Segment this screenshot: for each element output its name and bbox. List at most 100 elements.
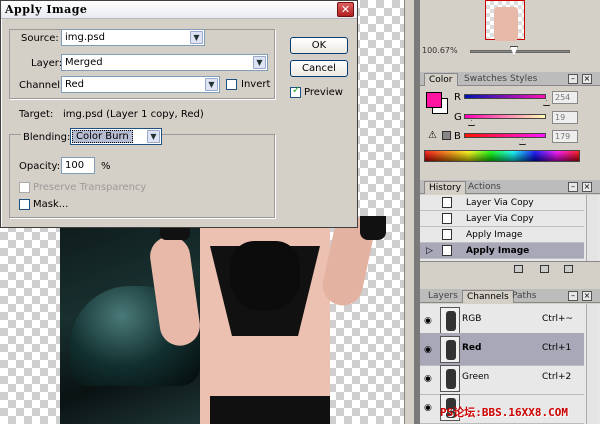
channel-value: Red xyxy=(65,79,84,90)
zoom-level[interactable]: 100.67% xyxy=(422,46,458,55)
channel-name: Red xyxy=(462,343,482,353)
b-value[interactable]: 179 xyxy=(552,130,578,143)
close-icon[interactable]: × xyxy=(582,74,592,84)
mask-label: Mask... xyxy=(33,199,69,210)
preview-checkbox[interactable] xyxy=(290,85,301,98)
blending-label: Blending: xyxy=(21,132,73,143)
dialog-titlebar[interactable]: Apply Image xyxy=(1,1,357,19)
chevron-down-icon: ▼ xyxy=(190,31,203,44)
canvas-scrollbar[interactable] xyxy=(404,0,414,424)
source-label: Source: xyxy=(21,33,59,44)
navigator-thumbnail[interactable] xyxy=(485,0,525,41)
opacity-unit: % xyxy=(101,161,111,172)
layer-label: Layer: xyxy=(31,58,63,69)
tab-layers[interactable]: Layers xyxy=(424,290,462,303)
g-slider-handle[interactable] xyxy=(468,120,475,126)
layer-select[interactable]: Merged ▼ xyxy=(61,54,268,71)
blending-select[interactable]: Color Burn ▼ xyxy=(70,128,162,145)
close-icon[interactable]: × xyxy=(582,291,592,301)
ok-button[interactable]: OK xyxy=(290,37,348,54)
r-label: R xyxy=(454,92,461,103)
opacity-input[interactable]: 100 xyxy=(61,157,95,174)
channel-label: Channel: xyxy=(19,80,64,91)
eye-icon[interactable]: ◉ xyxy=(424,316,432,326)
eye-icon[interactable]: ◉ xyxy=(424,403,432,413)
chevron-down-icon: ▼ xyxy=(205,78,218,91)
source-select[interactable]: img.psd ▼ xyxy=(61,29,205,46)
new-document-icon[interactable] xyxy=(514,265,523,273)
history-brush-icon: ▷ xyxy=(426,246,433,256)
tab-paths[interactable]: Paths xyxy=(508,290,540,303)
tab-actions[interactable]: Actions xyxy=(464,181,505,194)
preserve-transparency-checkbox xyxy=(19,182,30,193)
channels-scrollbar[interactable] xyxy=(586,304,598,424)
r-slider[interactable] xyxy=(464,94,546,99)
eye-icon[interactable]: ◉ xyxy=(424,345,432,355)
history-state-icon xyxy=(442,245,452,256)
channel-name: Green xyxy=(462,372,490,382)
tab-history[interactable]: History xyxy=(424,181,467,194)
channel-thumbnail xyxy=(440,307,460,334)
foreground-color-swatch[interactable] xyxy=(426,92,442,108)
history-state-icon xyxy=(442,229,452,240)
websafe-cube-icon[interactable] xyxy=(442,131,451,140)
blending-value: Color Burn xyxy=(72,130,133,143)
photo-legs xyxy=(210,396,330,424)
preview-label: Preview xyxy=(304,87,343,98)
warning-icon: ⚠ xyxy=(428,130,437,141)
b-label: B xyxy=(454,131,461,142)
invert-checkbox[interactable] xyxy=(226,79,237,90)
channel-thumbnail xyxy=(440,365,460,392)
history-item[interactable]: ▷ Apply Image xyxy=(420,243,584,259)
g-value[interactable]: 19 xyxy=(552,111,578,124)
color-spectrum-bar[interactable] xyxy=(424,150,580,162)
channel-shortcut: Ctrl+~ xyxy=(542,314,574,324)
channel-name: RGB xyxy=(462,314,482,324)
close-icon[interactable]: × xyxy=(582,182,592,192)
opacity-value: 100 xyxy=(65,160,85,171)
watermark-text: PS论坛:BBS.16XX8.COM xyxy=(440,406,568,419)
minimize-icon[interactable]: – xyxy=(568,182,578,192)
opacity-label: Opacity: xyxy=(19,161,61,172)
eye-icon[interactable]: ◉ xyxy=(424,374,432,384)
channel-select[interactable]: Red ▼ xyxy=(61,76,220,93)
history-toolbar xyxy=(420,261,600,275)
apply-image-dialog: Apply Image ✕ Source: img.psd ▼ Layer: M… xyxy=(0,0,358,228)
b-slider[interactable] xyxy=(464,133,546,138)
minimize-icon[interactable]: – xyxy=(568,291,578,301)
camera-icon[interactable] xyxy=(540,265,549,273)
photo-bow xyxy=(230,241,300,311)
close-button[interactable]: ✕ xyxy=(337,2,354,17)
history-item[interactable]: Layer Via Copy xyxy=(420,195,584,211)
invert-label: Invert xyxy=(241,79,271,90)
r-value[interactable]: 254 xyxy=(552,91,578,104)
dialog-title: Apply Image xyxy=(5,3,88,16)
b-slider-handle[interactable] xyxy=(519,139,526,145)
history-state-icon xyxy=(442,197,452,208)
history-item[interactable]: Layer Via Copy xyxy=(420,211,584,227)
r-slider-handle[interactable] xyxy=(543,100,550,106)
layer-value: Merged xyxy=(65,57,103,68)
target-label: Target: xyxy=(19,109,54,120)
color-panel-tabs: Color Swatches Styles – × xyxy=(420,72,600,86)
mask-checkbox[interactable] xyxy=(19,199,30,210)
target-value: img.psd (Layer 1 copy, Red) xyxy=(63,109,204,120)
history-item-label: Layer Via Copy xyxy=(466,198,534,208)
channels-panel-tabs: Layers Channels Paths – × xyxy=(420,289,600,303)
history-scrollbar[interactable] xyxy=(586,195,598,261)
tab-color[interactable]: Color xyxy=(424,73,458,86)
cancel-button[interactable]: Cancel xyxy=(290,60,348,77)
minimize-icon[interactable]: – xyxy=(568,74,578,84)
chevron-down-icon: ▼ xyxy=(253,56,266,69)
zoom-slider[interactable] xyxy=(470,50,570,53)
chevron-down-icon: ▼ xyxy=(147,130,160,143)
history-item[interactable]: Apply Image xyxy=(420,227,584,243)
trash-icon[interactable] xyxy=(564,265,573,273)
photo-glove-right xyxy=(360,216,386,240)
tab-styles[interactable]: Styles xyxy=(506,73,541,86)
history-panel-tabs: History Actions – × xyxy=(420,180,600,194)
tab-swatches[interactable]: Swatches xyxy=(460,73,511,86)
preserve-transparency-label: Preserve Transparency xyxy=(33,182,147,193)
g-slider[interactable] xyxy=(464,114,546,119)
tab-channels[interactable]: Channels xyxy=(462,290,514,303)
